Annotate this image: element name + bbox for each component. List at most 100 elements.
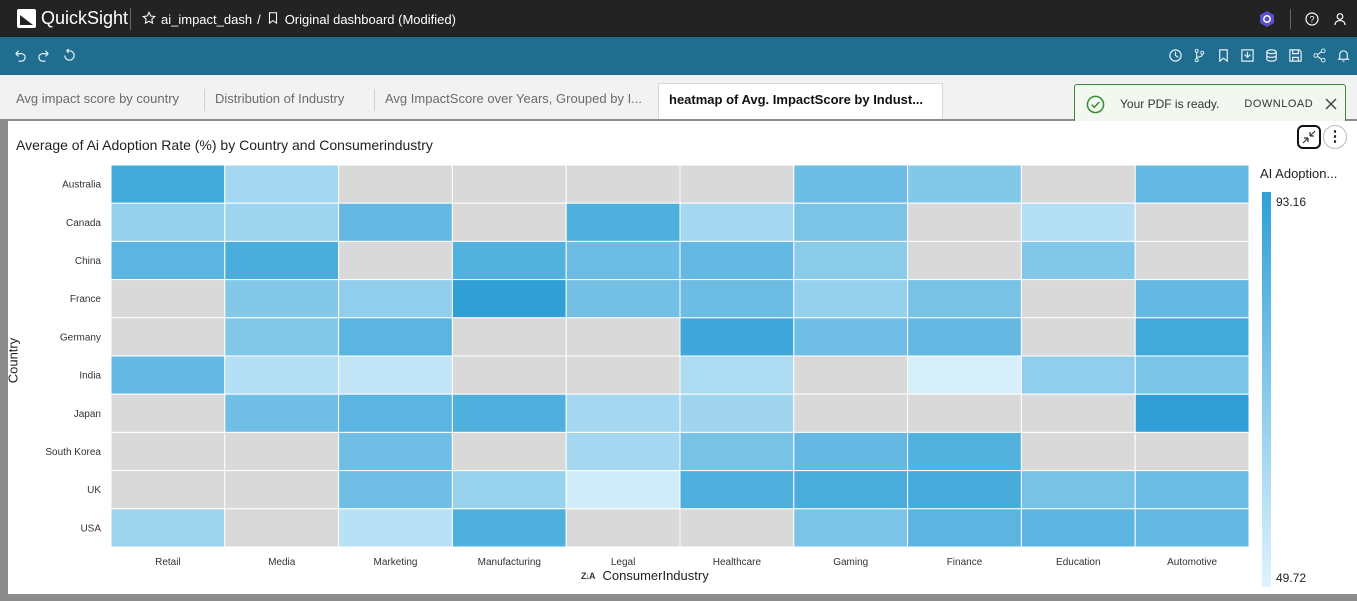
heatmap-cell[interactable] xyxy=(565,240,681,281)
heatmap-cell[interactable] xyxy=(793,202,909,242)
user-icon[interactable] xyxy=(1333,12,1347,26)
heatmap-cell[interactable] xyxy=(679,470,795,510)
heatmap-cell[interactable] xyxy=(110,202,226,242)
tab-avg-impact-score-by-country[interactable]: Avg impact score by country xyxy=(6,83,196,119)
heatmap-cell[interactable] xyxy=(1134,393,1250,433)
heatmap-cell[interactable] xyxy=(224,508,340,548)
tab-distribution-of-industry[interactable]: Distribution of Industry xyxy=(205,83,365,119)
heatmap-cell[interactable] xyxy=(1020,508,1136,548)
heatmap-cell[interactable] xyxy=(565,431,681,472)
heatmap-cell[interactable] xyxy=(1020,355,1136,395)
clock-icon[interactable] xyxy=(1168,48,1183,63)
tab-heatmap[interactable]: heatmap of Avg. ImpactScore by Indust... xyxy=(658,83,943,119)
heatmap-cell[interactable] xyxy=(338,279,453,319)
heatmap-cell[interactable] xyxy=(224,164,340,204)
heatmap-cell[interactable] xyxy=(110,279,226,319)
heatmap-cell[interactable] xyxy=(451,317,567,357)
heatmap-cell[interactable] xyxy=(793,508,909,548)
heatmap-cell[interactable] xyxy=(679,240,795,281)
heatmap-cell[interactable] xyxy=(110,355,226,395)
heatmap-cell[interactable] xyxy=(1134,508,1250,548)
heatmap-cell[interactable] xyxy=(679,393,795,433)
breadcrumb-analysis[interactable]: ai_impact_dash xyxy=(161,12,252,27)
heatmap-cell[interactable] xyxy=(907,317,1022,357)
heatmap-cell[interactable] xyxy=(565,355,681,395)
heatmap-cell[interactable] xyxy=(565,164,681,204)
heatmap-cell[interactable] xyxy=(338,470,453,510)
heatmap-cell[interactable] xyxy=(110,508,226,548)
heatmap-cell[interactable] xyxy=(110,470,226,510)
heatmap-cell[interactable] xyxy=(1020,431,1136,472)
heatmap-cell[interactable] xyxy=(451,508,567,548)
heatmap-cell[interactable] xyxy=(110,431,226,472)
heatmap-cell[interactable] xyxy=(338,508,453,548)
bell-icon[interactable] xyxy=(1336,48,1351,63)
star-icon[interactable] xyxy=(142,11,156,28)
amazon-q-icon[interactable] xyxy=(1258,10,1276,28)
undo-icon[interactable] xyxy=(12,48,27,63)
heatmap-cell[interactable] xyxy=(224,279,340,319)
close-icon[interactable] xyxy=(1324,97,1338,111)
heatmap-cell[interactable] xyxy=(224,240,340,281)
heatmap-cell[interactable] xyxy=(338,202,453,242)
bookmark-icon[interactable] xyxy=(1216,48,1231,63)
heatmap-cell[interactable] xyxy=(1134,431,1250,472)
quicksight-logo[interactable]: QuickSight xyxy=(17,8,128,29)
heatmap-cell[interactable] xyxy=(1134,279,1250,319)
heatmap-cell[interactable] xyxy=(565,470,681,510)
heatmap-cell[interactable] xyxy=(1020,470,1136,510)
heatmap-cell[interactable] xyxy=(679,164,795,204)
heatmap-cell[interactable] xyxy=(565,202,681,242)
tab-avg-impactscore-over-years[interactable]: Avg ImpactScore over Years, Grouped by I… xyxy=(375,83,653,119)
heatmap-cell[interactable] xyxy=(224,431,340,472)
save-icon[interactable] xyxy=(1288,48,1303,63)
heatmap-cell[interactable] xyxy=(793,240,909,281)
heatmap-cell[interactable] xyxy=(451,470,567,510)
heatmap-cell[interactable] xyxy=(565,317,681,357)
export-icon[interactable] xyxy=(1240,48,1255,63)
heatmap-cell[interactable] xyxy=(565,279,681,319)
heatmap-cell[interactable] xyxy=(565,393,681,433)
heatmap-cell[interactable] xyxy=(224,202,340,242)
heatmap-cell[interactable] xyxy=(451,431,567,472)
heatmap-cell[interactable] xyxy=(338,240,453,281)
heatmap-cell[interactable] xyxy=(110,393,226,433)
heatmap-cell[interactable] xyxy=(907,393,1022,433)
heatmap-cell[interactable] xyxy=(338,393,453,433)
redo-icon[interactable] xyxy=(37,48,52,63)
heatmap-cell[interactable] xyxy=(565,508,681,548)
heatmap-cell[interactable] xyxy=(793,431,909,472)
heatmap-cell[interactable] xyxy=(338,431,453,472)
heatmap-cell[interactable] xyxy=(679,317,795,357)
heatmap-cell[interactable] xyxy=(110,164,226,204)
heatmap-cell[interactable] xyxy=(793,317,909,357)
heatmap-cell[interactable] xyxy=(1020,393,1136,433)
heatmap-cell[interactable] xyxy=(793,470,909,510)
heatmap-cell[interactable] xyxy=(451,164,567,204)
heatmap-cell[interactable] xyxy=(338,317,453,357)
branch-icon[interactable] xyxy=(1192,48,1207,63)
heatmap-cell[interactable] xyxy=(1020,240,1136,281)
heatmap-cell[interactable] xyxy=(1134,202,1250,242)
heatmap-cell[interactable] xyxy=(679,202,795,242)
heatmap-cell[interactable] xyxy=(338,164,453,204)
heatmap-cell[interactable] xyxy=(907,508,1022,548)
heatmap-cell[interactable] xyxy=(1020,317,1136,357)
heatmap-cell[interactable] xyxy=(679,355,795,395)
heatmap-cell[interactable] xyxy=(224,470,340,510)
help-icon[interactable]: ? xyxy=(1305,12,1319,26)
heatmap-cell[interactable] xyxy=(451,240,567,281)
heatmap-cell[interactable] xyxy=(1134,355,1250,395)
heatmap-cell[interactable] xyxy=(907,470,1022,510)
share-icon[interactable] xyxy=(1312,48,1327,63)
heatmap-cell[interactable] xyxy=(679,508,795,548)
heatmap-cell[interactable] xyxy=(907,355,1022,395)
heatmap-cell[interactable] xyxy=(224,393,340,433)
heatmap-cell[interactable] xyxy=(907,240,1022,281)
heatmap-cell[interactable] xyxy=(110,317,226,357)
heatmap-cell[interactable] xyxy=(793,164,909,204)
heatmap-cell[interactable] xyxy=(907,202,1022,242)
heatmap-cell[interactable] xyxy=(224,355,340,395)
sort-icon[interactable]: Z↓A xyxy=(581,571,595,581)
heatmap-cell[interactable] xyxy=(1134,240,1250,281)
